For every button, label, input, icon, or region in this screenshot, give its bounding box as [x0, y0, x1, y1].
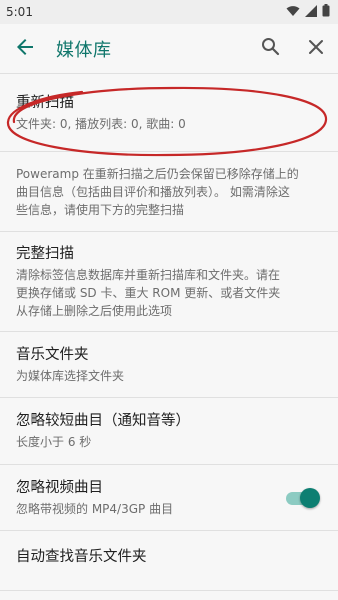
app-bar: 媒体库 [0, 24, 338, 74]
full-scan-preference[interactable]: 完整扫描 清除标签信息数据库并重新扫描库和文件夹。请在 更换存储或 SD 卡、重… [0, 232, 338, 332]
wifi-icon [286, 5, 300, 20]
full-scan-summary-line: 从存储上删除之后使用此选项 [16, 303, 173, 318]
ignore-video-title: 忽略视频曲目 [16, 479, 103, 496]
ignore-video-text: 忽略视频曲目 忽略带视频的 MP4/3GP 曲目 [16, 478, 284, 518]
full-scan-title: 完整扫描 [16, 245, 74, 262]
rescan-summary: 文件夹: 0, 播放列表: 0, 歌曲: 0 [16, 117, 186, 131]
battery-icon [322, 4, 330, 20]
ignore-short-summary: 长度小于 6 秒 [16, 435, 92, 449]
status-time: 5:01 [6, 5, 33, 19]
full-scan-summary-line: 清除标签信息数据库并重新扫描库和文件夹。请在 [16, 267, 281, 282]
info-line: 曲目信息（包括曲目评价和播放列表）。 如需清除这 [16, 184, 290, 199]
search-button[interactable] [248, 24, 293, 74]
info-line: 些信息，请使用下方的完整扫描 [16, 202, 185, 217]
close-icon [308, 39, 324, 59]
ignore-short-title: 忽略较短曲目（通知音等） [16, 413, 190, 429]
toggle-thumb [300, 487, 320, 508]
ignore-video-toggle[interactable] [284, 487, 320, 509]
search-icon [261, 37, 280, 60]
page-title: 媒体库 [56, 39, 112, 61]
ignore-video-tracks-preference[interactable]: 忽略视频曲目 忽略带视频的 MP4/3GP 曲目 [0, 465, 338, 531]
back-button[interactable] [0, 24, 50, 74]
info-line: Poweramp 在重新扫描之后仍会保留已移除存储上的 [16, 166, 299, 181]
ignore-video-summary: 忽略带视频的 MP4/3GP 曲目 [16, 501, 174, 516]
signal-icon [305, 4, 317, 20]
music-folders-title: 音乐文件夹 [16, 346, 89, 363]
rescan-info-note: Poweramp 在重新扫描之后仍会保留已移除存储上的 曲目信息（包括曲目评价和… [0, 152, 338, 232]
status-icons [286, 4, 330, 20]
media-library-settings-screen: 5:01 媒体库 重新扫描 文件夹: 0, 播放列表: 0, 歌曲: 0 Pow… [0, 0, 338, 600]
preference-list: 重新扫描 文件夹: 0, 播放列表: 0, 歌曲: 0 Poweramp 在重新… [0, 75, 338, 591]
rescan-title: 重新扫描 [16, 95, 74, 111]
music-folders-preference[interactable]: 音乐文件夹 为媒体库选择文件夹 [0, 332, 338, 398]
music-folders-summary: 为媒体库选择文件夹 [16, 368, 125, 383]
auto-find-folders-preference[interactable]: 自动查找音乐文件夹 [0, 531, 338, 591]
arrow-back-icon [15, 37, 35, 61]
status-bar: 5:01 [0, 0, 338, 24]
ignore-short-tracks-preference[interactable]: 忽略较短曲目（通知音等） 长度小于 6 秒 [0, 398, 338, 465]
auto-find-title: 自动查找音乐文件夹 [16, 549, 147, 565]
close-button[interactable] [293, 24, 338, 74]
full-scan-summary-line: 更换存储或 SD 卡、重大 ROM 更新、或者文件夹 [16, 285, 281, 300]
rescan-preference[interactable]: 重新扫描 文件夹: 0, 播放列表: 0, 歌曲: 0 [0, 75, 338, 152]
